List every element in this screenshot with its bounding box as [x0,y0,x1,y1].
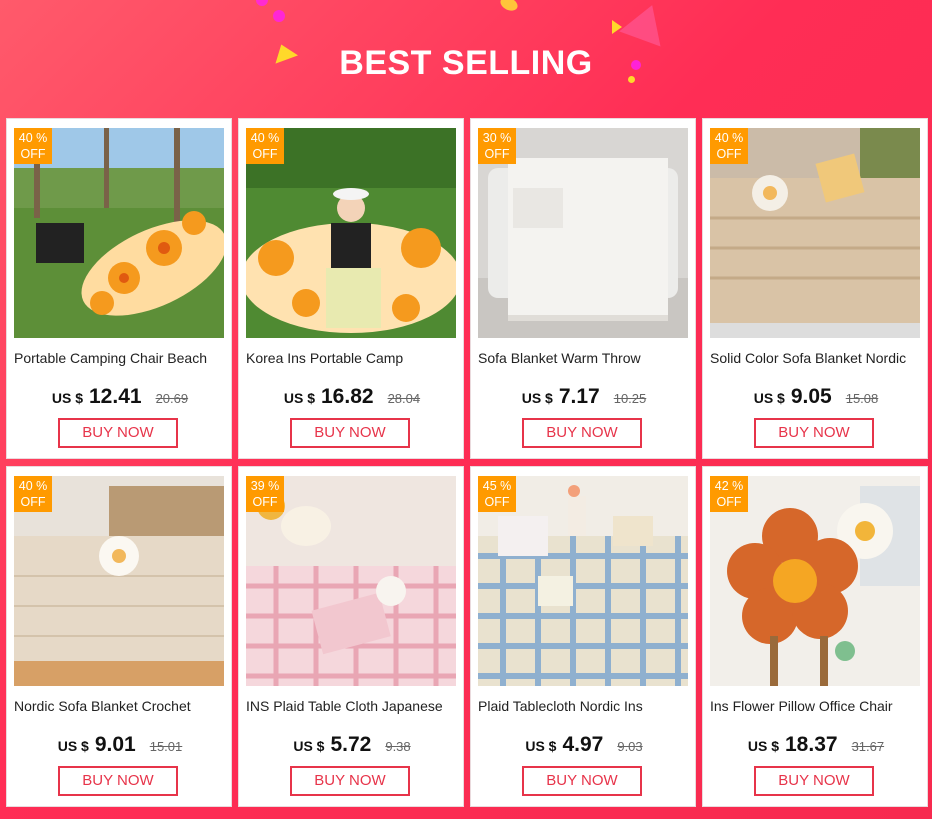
currency-label: US $ [51,390,83,406]
sale-price: 12.41 [89,385,142,408]
product-image[interactable]: 40 % OFF [246,128,456,338]
original-price: 10.25 [613,391,647,406]
product-image[interactable]: 45 % OFF [478,476,688,686]
product-card[interactable]: 42 % OFF Ins Flower Pillow Office Chair U… [702,466,928,807]
product-name[interactable]: Nordic Sofa Blanket Crochet [14,698,226,714]
discount-badge: 40 % OFF [246,128,284,164]
product-image[interactable]: 30 % OFF [478,128,688,338]
product-card[interactable]: 30 % OFF Sofa Blanket Warm Throw US $ 7.17… [470,118,696,459]
discount-badge: 39 % OFF [246,476,284,512]
product-image[interactable]: 40 % OFF [14,128,224,338]
original-price: 9.03 [617,739,643,754]
discount-badge: 40 % OFF [710,128,748,164]
product-card[interactable]: 40 % OFF Portable Camping Chair Beach US … [6,118,232,459]
original-price: 15.08 [845,391,879,406]
confetti-dot [256,0,268,6]
sale-price: 18.37 [785,733,838,756]
confetti-coin [498,0,520,14]
currency-label: US $ [521,390,553,406]
section-title: BEST SELLING [339,44,593,82]
currency-label: US $ [283,390,315,406]
product-card[interactable]: 40 % OFF Nordic Sofa Blanket Crochet US $… [6,466,232,807]
original-price: 28.04 [387,391,421,406]
discount-badge: 42 % OFF [710,476,748,512]
product-name[interactable]: Solid Color Sofa Blanket Nordic [710,350,922,366]
price-row: US $ 9.05 15.08 [703,385,929,409]
price-row: US $ 7.17 10.25 [471,385,697,409]
currency-label: US $ [293,738,325,754]
buy-now-button[interactable]: BUY NOW [522,418,642,448]
product-image[interactable]: 39 % OFF [246,476,456,686]
price-row: US $ 5.72 9.38 [239,733,465,757]
discount-badge: 45 % OFF [478,476,516,512]
currency-label: US $ [57,738,89,754]
product-image[interactable]: 42 % OFF [710,476,920,686]
product-name[interactable]: Portable Camping Chair Beach [14,350,226,366]
product-image[interactable]: 40 % OFF [710,128,920,338]
buy-now-button[interactable]: BUY NOW [58,766,178,796]
sale-price: 7.17 [558,385,600,408]
original-price: 9.38 [385,739,411,754]
product-card[interactable]: 39 % OFF INS Plaid Table Cloth Japanese U… [238,466,464,807]
original-price: 31.67 [851,739,885,754]
sale-price: 5.72 [330,733,372,756]
currency-label: US $ [747,738,779,754]
product-name[interactable]: Ins Flower Pillow Office Chair [710,698,922,714]
product-name[interactable]: INS Plaid Table Cloth Japanese [246,698,458,714]
confetti-triangle [612,20,622,34]
price-row: US $ 9.01 15.01 [7,733,233,757]
product-name[interactable]: Plaid Tablecloth Nordic Ins [478,698,690,714]
price-row: US $ 16.82 28.04 [239,385,465,409]
currency-label: US $ [753,390,785,406]
buy-now-button[interactable]: BUY NOW [290,418,410,448]
product-card[interactable]: 45 % OFF Plaid Tablecloth Nordic Ins US $… [470,466,696,807]
sale-price: 4.97 [562,733,604,756]
currency-label: US $ [525,738,557,754]
discount-badge: 30 % OFF [478,128,516,164]
original-price: 15.01 [149,739,183,754]
buy-now-button[interactable]: BUY NOW [290,766,410,796]
buy-now-button[interactable]: BUY NOW [522,766,642,796]
price-row: US $ 4.97 9.03 [471,733,697,757]
product-image[interactable]: 40 % OFF [14,476,224,686]
product-name[interactable]: Korea Ins Portable Camp [246,350,458,366]
sale-price: 9.05 [790,385,832,408]
product-card[interactable]: 40 % OFF Korea Ins Portable Camp US $ 16.8… [238,118,464,459]
buy-now-button[interactable]: BUY NOW [58,418,178,448]
discount-badge: 40 % OFF [14,476,52,512]
original-price: 20.69 [155,391,189,406]
buy-now-button[interactable]: BUY NOW [754,766,874,796]
sale-price: 16.82 [321,385,374,408]
confetti-triangle [619,0,673,47]
product-card[interactable]: 40 % OFF Solid Color Sofa Blanket Nordic … [702,118,928,459]
product-name[interactable]: Sofa Blanket Warm Throw [478,350,690,366]
buy-now-button[interactable]: BUY NOW [754,418,874,448]
sale-price: 9.01 [94,733,136,756]
confetti-dot [273,10,285,22]
price-row: US $ 18.37 31.67 [703,733,929,757]
price-row: US $ 12.41 20.69 [7,385,233,409]
discount-badge: 40 % OFF [14,128,52,164]
